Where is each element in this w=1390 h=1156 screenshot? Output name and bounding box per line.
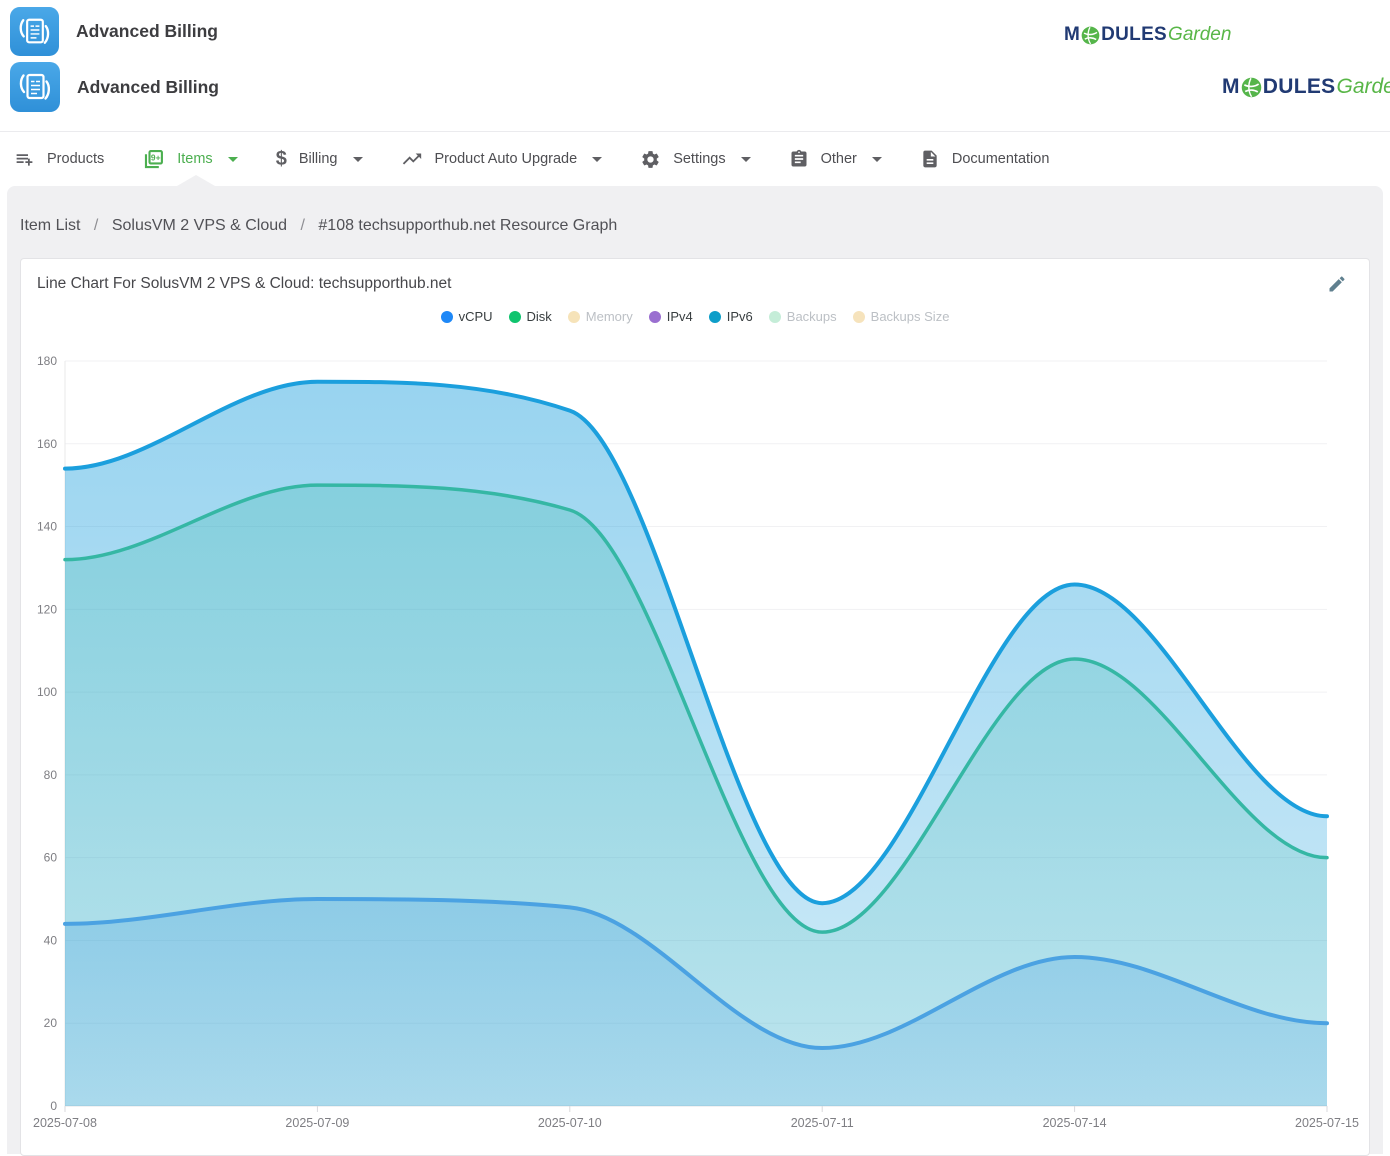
legend-dot bbox=[709, 311, 721, 323]
items-badge: 9+ bbox=[151, 152, 161, 162]
logo-text-dules: DULES bbox=[1101, 24, 1167, 46]
legend-item-memory[interactable]: Memory bbox=[568, 309, 633, 324]
y-axis-label: 40 bbox=[44, 933, 58, 947]
y-axis-label: 80 bbox=[44, 768, 58, 782]
nav-item-label: Billing bbox=[299, 151, 338, 167]
y-axis-label: 20 bbox=[44, 1016, 58, 1030]
nav-item-items[interactable]: 9+ Items bbox=[142, 148, 237, 171]
gear-icon bbox=[640, 149, 661, 170]
modulesgarden-logo[interactable]: M DULES Garden bbox=[1064, 24, 1231, 46]
y-axis-label: 120 bbox=[37, 602, 57, 616]
items-stack-icon: 9+ bbox=[142, 148, 165, 171]
legend-item-backups-size[interactable]: Backups Size bbox=[853, 309, 950, 324]
app-title: Advanced Billing bbox=[76, 21, 218, 42]
legend-label: IPv4 bbox=[667, 309, 693, 324]
legend-label: Backups bbox=[787, 309, 837, 324]
nav-item-billing[interactable]: $ Billing bbox=[276, 149, 363, 169]
modulesgarden-logo[interactable]: M DULES Garden bbox=[1222, 75, 1390, 99]
breadcrumb-current-page: #108 techsupporthub.net Resource Graph bbox=[318, 217, 617, 234]
breadcrumb-separator: / bbox=[300, 217, 304, 234]
breadcrumb-separator: / bbox=[94, 217, 98, 234]
logo-text-m: M bbox=[1222, 75, 1240, 99]
content-panel: Item List / SolusVM 2 VPS & Cloud / #108… bbox=[7, 186, 1383, 1154]
legend-dot bbox=[769, 311, 781, 323]
legend-dot bbox=[649, 311, 661, 323]
breadcrumb-item-list[interactable]: Item List bbox=[20, 217, 80, 234]
y-axis-label: 180 bbox=[37, 354, 57, 368]
app-header-row-1: Advanced Billing bbox=[10, 7, 218, 56]
x-axis-label: 2025-07-10 bbox=[538, 1116, 602, 1130]
legend-label: IPv6 bbox=[727, 309, 753, 324]
x-axis-label: 2025-07-09 bbox=[285, 1116, 349, 1130]
playlist-add-icon bbox=[14, 149, 35, 170]
nav-item-documentation[interactable]: Documentation bbox=[920, 149, 1050, 169]
resource-graph-chart: 0 20 40 60 80 100 120 140 160 180 2025-07-08 2025-0… bbox=[21, 335, 1367, 1134]
y-axis-label: 140 bbox=[37, 520, 57, 534]
chevron-down-icon bbox=[872, 157, 882, 162]
legend-dot bbox=[568, 311, 580, 323]
nav-item-label: Settings bbox=[673, 151, 725, 167]
globe-icon bbox=[1241, 77, 1262, 98]
logo-text-m: M bbox=[1064, 24, 1080, 46]
chevron-down-icon bbox=[228, 157, 238, 162]
legend-dot bbox=[509, 311, 521, 323]
nav-item-label: Product Auto Upgrade bbox=[435, 151, 578, 167]
chart-legend: vCPU Disk Memory IPv4 IPv6 Backups bbox=[21, 309, 1369, 324]
clipboard-icon bbox=[789, 149, 809, 169]
logo-text-garden: Garden bbox=[1336, 75, 1390, 99]
advanced-billing-app-icon bbox=[10, 62, 60, 112]
chevron-down-icon bbox=[592, 157, 602, 162]
logo-text-garden: Garden bbox=[1168, 24, 1231, 46]
advanced-billing-app-icon bbox=[10, 7, 59, 56]
legend-item-vcpu[interactable]: vCPU bbox=[441, 309, 493, 324]
app-header-row-2: Advanced Billing bbox=[10, 62, 219, 112]
legend-label: vCPU bbox=[459, 309, 493, 324]
nav-item-settings[interactable]: Settings bbox=[640, 149, 750, 170]
breadcrumb-product[interactable]: SolusVM 2 VPS & Cloud bbox=[112, 217, 287, 234]
nav-item-label: Documentation bbox=[952, 151, 1050, 167]
page-header: Advanced Billing Advanced Billing M DULE… bbox=[0, 0, 1390, 131]
app-title: Advanced Billing bbox=[77, 77, 219, 98]
x-axis-label: 2025-07-11 bbox=[791, 1116, 854, 1130]
trending-up-icon bbox=[401, 148, 423, 170]
dollar-icon: $ bbox=[276, 149, 287, 169]
y-axis-label: 0 bbox=[50, 1099, 57, 1113]
x-axis-label: 2025-07-15 bbox=[1295, 1116, 1359, 1130]
legend-label: Backups Size bbox=[871, 309, 950, 324]
nav-item-other[interactable]: Other bbox=[789, 149, 882, 169]
legend-item-ipv6[interactable]: IPv6 bbox=[709, 309, 753, 324]
x-axis-label: 2025-07-08 bbox=[33, 1116, 97, 1130]
legend-dot bbox=[441, 311, 453, 323]
nav-item-label: Items bbox=[177, 151, 212, 167]
legend-item-backups[interactable]: Backups bbox=[769, 309, 837, 324]
card-title: Line Chart For SolusVM 2 VPS & Cloud: te… bbox=[37, 275, 451, 292]
y-axis-label: 100 bbox=[37, 685, 57, 699]
nav-item-products[interactable]: Products bbox=[14, 149, 104, 170]
card-header: Line Chart For SolusVM 2 VPS & Cloud: te… bbox=[21, 259, 1369, 302]
legend-item-ipv4[interactable]: IPv4 bbox=[649, 309, 693, 324]
line-chart-card: Line Chart For SolusVM 2 VPS & Cloud: te… bbox=[20, 258, 1370, 1156]
pencil-icon[interactable] bbox=[1327, 274, 1347, 294]
nav-item-product-auto-upgrade[interactable]: Product Auto Upgrade bbox=[401, 148, 603, 170]
chart-area: 0 20 40 60 80 100 120 140 160 180 2025-07-08 2025-0… bbox=[21, 335, 1367, 1145]
breadcrumb: Item List / SolusVM 2 VPS & Cloud / #108… bbox=[20, 186, 1370, 235]
legend-item-disk[interactable]: Disk bbox=[509, 309, 552, 324]
x-axis-label: 2025-07-14 bbox=[1043, 1116, 1107, 1130]
chevron-down-icon bbox=[741, 157, 751, 162]
legend-dot bbox=[853, 311, 865, 323]
y-axis-label: 160 bbox=[37, 437, 57, 451]
nav-item-label: Other bbox=[821, 151, 857, 167]
globe-icon bbox=[1081, 26, 1100, 45]
chevron-down-icon bbox=[353, 157, 363, 162]
logo-text-dules: DULES bbox=[1263, 75, 1336, 99]
legend-label: Memory bbox=[586, 309, 633, 324]
nav-item-label: Products bbox=[47, 151, 104, 167]
y-axis-label: 60 bbox=[44, 851, 58, 865]
document-icon bbox=[920, 149, 940, 169]
active-nav-pointer bbox=[177, 175, 215, 186]
legend-label: Disk bbox=[527, 309, 552, 324]
